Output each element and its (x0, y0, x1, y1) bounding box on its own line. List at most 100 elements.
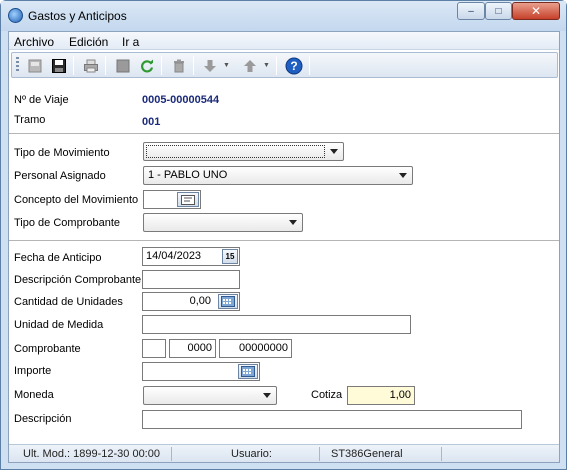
comprobante-numero-field[interactable]: 00000000 (219, 339, 292, 358)
calculator-button[interactable] (238, 364, 258, 379)
toolbar-separator (73, 56, 74, 75)
status-bar: Ult. Mod.: 1899-12-30 00:00 Usuario: ST3… (9, 444, 559, 462)
toolbar-separator (193, 56, 194, 75)
chevron-down-icon (399, 173, 407, 178)
comprobante-punto-field[interactable]: 0000 (169, 339, 216, 358)
tipo-movimiento-select[interactable] (143, 142, 344, 161)
cotiza-field[interactable]: 1,00 (347, 386, 415, 405)
divider (9, 240, 559, 241)
focus-indicator (146, 145, 325, 158)
maximize-button[interactable]: □ (485, 2, 512, 20)
calculator-icon (221, 296, 235, 307)
toolbar-separator (105, 56, 106, 75)
svg-text:?: ? (290, 59, 297, 73)
move-up-button[interactable] (239, 56, 261, 75)
lookup-card-icon (181, 194, 195, 205)
moneda-select[interactable] (143, 386, 277, 405)
status-divider (171, 447, 172, 461)
menu-bar: Archivo Edición Ir a (9, 32, 559, 50)
status-divider (441, 447, 442, 461)
concepto-field[interactable] (143, 190, 201, 209)
up-arrow-icon (244, 59, 256, 72)
menu-edicion[interactable]: Edición (69, 35, 108, 49)
print-button[interactable] (80, 56, 102, 75)
descripcion-comprobante-field[interactable] (142, 270, 240, 289)
print-icon (84, 59, 98, 72)
client-area: Archivo Edición Ir a ▼ ▼ ? Nº de Viaje 0… (8, 31, 560, 463)
delete-button[interactable] (168, 56, 190, 75)
cotiza-value: 1,00 (389, 389, 411, 401)
menu-archivo[interactable]: Archivo (14, 35, 54, 49)
viaje-label: Nº de Viaje (14, 94, 69, 106)
chevron-down-icon (330, 149, 338, 154)
tipo-comprobante-select[interactable] (143, 213, 303, 232)
fecha-value: 14/04/2023 (146, 250, 202, 262)
new-icon (28, 59, 42, 72)
comprobante-label: Comprobante (14, 343, 81, 355)
calculator-icon (241, 366, 255, 377)
close-icon: ✕ (530, 4, 542, 18)
new-button[interactable] (24, 56, 46, 75)
cotiza-label: Cotiza (311, 389, 343, 401)
app-icon (8, 8, 23, 23)
personal-value: 1 - PABLO UNO (148, 169, 228, 181)
chevron-down-icon[interactable]: ▼ (263, 62, 270, 69)
viaje-value: 0005-00000544 (142, 94, 220, 106)
comprobante-numero-value: 00000000 (239, 342, 288, 354)
calendar-button[interactable]: 15 (222, 249, 238, 264)
importe-field[interactable] (142, 362, 260, 381)
descripcion-field[interactable] (142, 410, 522, 429)
save-button[interactable] (48, 56, 70, 75)
lookup-button[interactable] (177, 192, 199, 207)
calculator-button[interactable] (218, 294, 238, 309)
usuario-value: ST386General (331, 448, 403, 460)
toolbar-separator (161, 56, 162, 75)
menu-ir-a[interactable]: Ir a (122, 35, 139, 49)
toolbar-separator (309, 56, 310, 75)
cantidad-label: Cantidad de Unidades (14, 296, 123, 308)
delete-icon (174, 59, 184, 72)
minimize-icon: – (468, 5, 474, 17)
tipo-movimiento-label: Tipo de Movimiento (14, 147, 110, 159)
personal-label: Personal Asignado (14, 170, 106, 182)
tramo-value: 001 (142, 116, 161, 128)
chevron-down-icon (289, 220, 297, 225)
form-content: Nº de Viaje 0005-00000544 Tramo 001 Tipo… (9, 80, 559, 444)
minimize-button[interactable]: – (457, 2, 485, 20)
window-title: Gastos y Anticipos (28, 9, 127, 23)
divider (9, 133, 559, 134)
maximize-icon: □ (495, 5, 502, 17)
comprobante-letra-field[interactable] (142, 339, 166, 358)
comprobante-punto-value: 0000 (187, 342, 212, 354)
down-arrow-icon (204, 59, 216, 72)
title-bar[interactable]: Gastos y Anticipos – □ ✕ (1, 1, 566, 31)
move-down-button[interactable] (199, 56, 221, 75)
close-button[interactable]: ✕ (512, 2, 560, 20)
usuario-label: Usuario: (231, 448, 272, 460)
refresh-button[interactable] (136, 56, 158, 75)
stop-icon (116, 59, 130, 72)
app-window: Gastos y Anticipos – □ ✕ Archivo Edición… (0, 0, 567, 470)
cantidad-field[interactable]: 0,00 (142, 292, 240, 311)
ult-mod-status: Ult. Mod.: 1899-12-30 00:00 (23, 448, 160, 460)
importe-label: Importe (14, 365, 52, 377)
stop-button[interactable] (112, 56, 134, 75)
toolbar-grip[interactable] (16, 57, 19, 73)
fecha-field[interactable]: 14/04/2023 15 (142, 247, 240, 266)
tramo-label: Tramo (14, 114, 46, 126)
help-icon: ? (285, 57, 303, 74)
save-icon (52, 58, 66, 73)
chevron-down-icon[interactable]: ▼ (223, 62, 230, 69)
toolbar: ▼ ▼ ? (11, 52, 558, 78)
refresh-icon (141, 59, 154, 72)
cantidad-value: 0,00 (189, 295, 211, 307)
unidad-field[interactable] (142, 315, 411, 334)
personal-select[interactable]: 1 - PABLO UNO (143, 166, 413, 185)
toolbar-separator (276, 56, 277, 75)
fecha-label: Fecha de Anticipo (14, 252, 102, 264)
chevron-down-icon (263, 393, 271, 398)
descripcion-comprobante-label: Descripción Comprobante (14, 274, 142, 286)
help-button[interactable]: ? (283, 56, 305, 75)
descripcion-label: Descripción (14, 413, 72, 425)
calendar-icon: 15 (225, 252, 235, 261)
